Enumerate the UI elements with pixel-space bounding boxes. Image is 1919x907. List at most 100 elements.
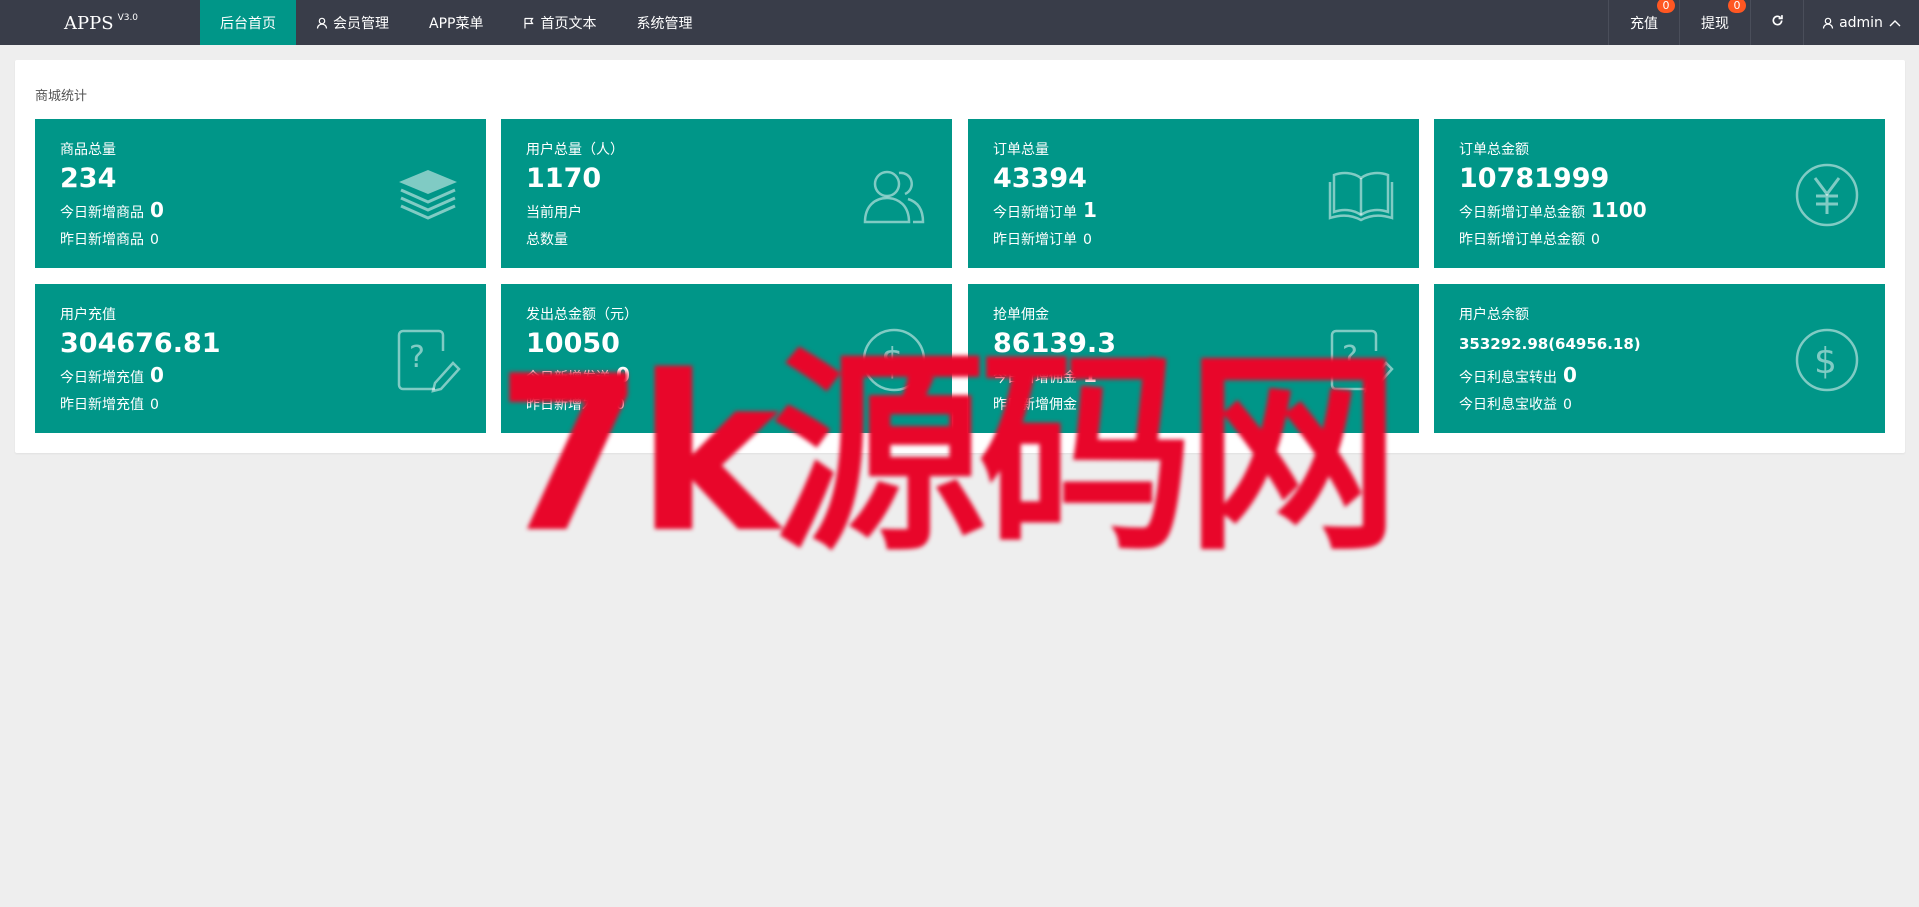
card-today-label: 今日新增商品 xyxy=(60,205,144,221)
card-today-label: 今日新增发送 xyxy=(526,370,610,386)
refresh-button[interactable] xyxy=(1750,0,1803,45)
nav-item-app-menu[interactable]: APP菜单 xyxy=(409,0,503,45)
card-today-value: 0 xyxy=(616,363,630,387)
nav-item-label: 会员管理 xyxy=(333,15,389,32)
nav-item-label: 后台首页 xyxy=(220,15,276,32)
nav-item-members[interactable]: 会员管理 xyxy=(296,0,409,45)
dollar-icon: $ xyxy=(862,328,926,392)
app-logo[interactable]: APPS V3.0 xyxy=(64,9,139,34)
card-label: 订单总量 xyxy=(993,142,1049,158)
card-yesterday-row: 昨日新增发送 0 xyxy=(526,394,625,414)
card-yesterday-value: 0 xyxy=(150,232,159,248)
card-yesterday-label: 昨日新增充值 xyxy=(60,397,144,413)
card-label: 发出总金额（元） xyxy=(526,307,638,323)
logo-text: APPS xyxy=(64,13,114,34)
card-today-value: 1100 xyxy=(1591,198,1647,222)
top-header: APPSV3.0 后台首页 会员管理 APP菜单 首页文本 系统管理 充值 0 xyxy=(0,0,1919,45)
card-today-row: 今日利息宝转出 0 xyxy=(1459,364,1577,389)
card-label: 用户总余额 xyxy=(1459,307,1529,323)
stat-card-recharge: 用户充值 304676.81 今日新增充值 0 昨日新增充值 0 ? xyxy=(35,284,486,433)
stat-card-orders: 订单总量 43394 今日新增订单 1 昨日新增订单 0 xyxy=(968,119,1419,268)
card-value: 10050 xyxy=(526,328,620,359)
card-label: 用户充值 xyxy=(60,307,116,323)
nav-item-label: 首页文本 xyxy=(540,15,597,32)
card-yesterday-label: 昨日新增订单总金额 xyxy=(1459,232,1585,248)
card-today-value: 0 xyxy=(1563,363,1577,387)
nav-item-label: APP菜单 xyxy=(429,15,484,32)
mall-stats-panel: 商城统计 商品总量 234 今日新增商品 0 昨日新增商品 0 用户总量（人） 11… xyxy=(15,60,1905,453)
card-yesterday-value: 0 xyxy=(1083,232,1092,248)
card-today-row: 当前用户 xyxy=(526,199,588,224)
card-today-row: 今日新增商品 0 xyxy=(60,199,164,224)
user-icon xyxy=(316,17,328,29)
card-yesterday-row: 今日利息宝收益 0 xyxy=(1459,394,1572,414)
version-label: V3.0 xyxy=(117,13,139,23)
card-today-value: 1 xyxy=(1083,198,1097,222)
nav-item-home-text[interactable]: 首页文本 xyxy=(503,0,616,45)
card-today-label: 当前用户 xyxy=(526,205,582,221)
refresh-icon xyxy=(1771,14,1784,31)
yen-icon xyxy=(1795,163,1859,227)
user-name: admin xyxy=(1839,14,1883,31)
card-yesterday-row: 昨日新增商品 0 xyxy=(60,229,159,249)
card-yesterday-label: 总数量 xyxy=(526,232,568,248)
card-yesterday-row: 昨日新增佣金 0 xyxy=(993,394,1092,414)
svg-text:?: ? xyxy=(1342,340,1358,375)
svg-text:$: $ xyxy=(1814,341,1837,382)
stat-card-sent-amount: 发出总金额（元） 10050 今日新增发送 0 昨日新增发送 0 $ xyxy=(501,284,952,433)
card-today-row: 今日新增佣金 1 xyxy=(993,364,1097,389)
card-value: 86139.3 xyxy=(993,328,1116,359)
card-yesterday-row: 昨日新增订单 0 xyxy=(993,229,1092,249)
withdraw-button[interactable]: 提现 0 xyxy=(1679,0,1750,45)
stat-card-order-amount: 订单总金额 10781999 今日新增订单总金额 1100 昨日新增订单总金额 0 xyxy=(1434,119,1885,268)
card-value: 10781999 xyxy=(1459,163,1610,194)
svg-text:$: $ xyxy=(881,341,904,382)
recharge-button[interactable]: 充值 0 xyxy=(1608,0,1679,45)
stat-card-user-balance: 用户总余额 353292.98(64956.18) 今日利息宝转出 0 今日利息宝… xyxy=(1434,284,1885,433)
nav-item-label: 系统管理 xyxy=(636,15,693,32)
edit-question-icon: ? xyxy=(397,329,461,393)
card-value: 234 xyxy=(60,163,117,194)
nav-item-system[interactable]: 系统管理 xyxy=(616,0,712,45)
card-yesterday-value: 0 xyxy=(1563,397,1572,413)
book-icon xyxy=(1328,171,1394,222)
card-value: 43394 xyxy=(993,163,1087,194)
stat-card-products: 商品总量 234 今日新增商品 0 昨日新增商品 0 xyxy=(35,119,486,268)
card-label: 抢单佣金 xyxy=(993,307,1049,323)
card-value: 304676.81 xyxy=(60,328,221,359)
nav-item-home[interactable]: 后台首页 xyxy=(200,0,296,45)
card-yesterday-label: 昨日新增商品 xyxy=(60,232,144,248)
card-today-value: 0 xyxy=(150,198,164,222)
withdraw-badge: 0 xyxy=(1728,0,1746,13)
card-yesterday-label: 昨日新增发送 xyxy=(526,397,610,413)
card-today-label: 今日新增订单总金额 xyxy=(1459,205,1585,221)
card-today-row: 今日新增订单总金额 1100 xyxy=(1459,199,1647,224)
user-menu[interactable]: admin xyxy=(1803,0,1919,45)
card-yesterday-label: 昨日新增订单 xyxy=(993,232,1077,248)
withdraw-label: 提现 xyxy=(1701,15,1729,32)
card-today-row: 今日新增充值 0 xyxy=(60,364,164,389)
card-label: 商品总量 xyxy=(60,142,116,158)
card-value: 353292.98(64956.18) xyxy=(1459,335,1641,353)
card-today-row: 今日新增订单 1 xyxy=(993,199,1097,224)
card-label: 用户总量（人） xyxy=(526,142,624,158)
dollar-icon: $ xyxy=(1795,328,1859,392)
card-yesterday-row: 总数量 xyxy=(526,229,574,249)
card-yesterday-value: 0 xyxy=(1083,397,1092,413)
card-yesterday-label: 昨日新增佣金 xyxy=(993,397,1077,413)
card-today-label: 今日利息宝转出 xyxy=(1459,370,1557,386)
card-today-value: 0 xyxy=(150,363,164,387)
flag-icon xyxy=(523,17,535,29)
card-yesterday-value: 0 xyxy=(616,397,625,413)
chevron-up-icon xyxy=(1889,19,1901,27)
card-yesterday-label: 今日利息宝收益 xyxy=(1459,397,1557,413)
panel-title: 商城统计 xyxy=(35,89,88,104)
card-yesterday-row: 昨日新增订单总金额 0 xyxy=(1459,229,1600,249)
svg-text:?: ? xyxy=(409,340,425,375)
recharge-badge: 0 xyxy=(1657,0,1675,13)
card-yesterday-value: 0 xyxy=(1591,232,1600,248)
user-icon xyxy=(1822,17,1834,29)
card-today-label: 今日新增充值 xyxy=(60,370,144,386)
users-icon xyxy=(863,170,925,224)
card-label: 订单总金额 xyxy=(1459,142,1529,158)
